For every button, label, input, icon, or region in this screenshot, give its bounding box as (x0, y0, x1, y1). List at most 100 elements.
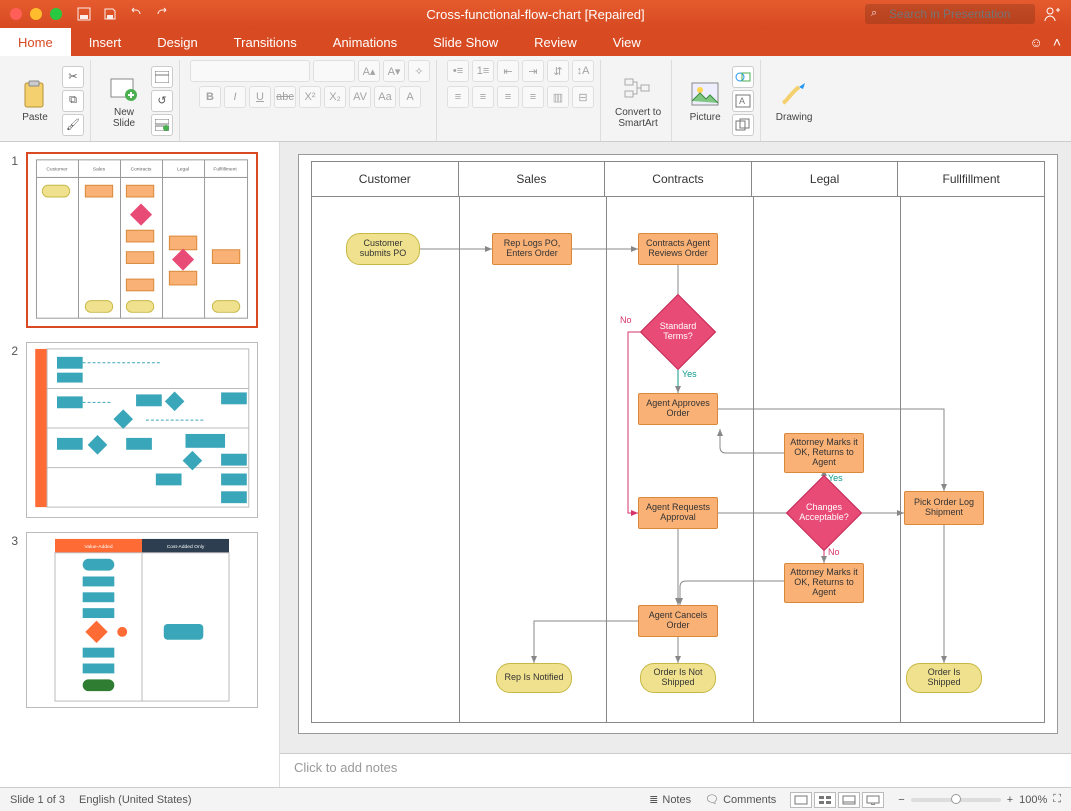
convert-smartart-button[interactable]: Convert to SmartArt (611, 69, 665, 133)
node-standard-terms[interactable]: Standard Terms? (651, 305, 705, 359)
undo-icon[interactable] (128, 6, 144, 22)
align-vert-icon[interactable]: ⊟ (572, 86, 594, 108)
tab-animations[interactable]: Animations (315, 28, 415, 56)
zoom-out[interactable]: − (898, 794, 904, 806)
cut-icon[interactable]: ✂ (62, 66, 84, 88)
font-size-select[interactable] (313, 60, 355, 82)
align-left-icon[interactable]: ≡ (447, 86, 469, 108)
normal-view-icon[interactable] (790, 792, 812, 808)
picture-button[interactable]: Picture (682, 74, 728, 127)
sorter-view-icon[interactable] (814, 792, 836, 808)
justify-icon[interactable]: ≡ (522, 86, 544, 108)
ribbon-tabs: Home Insert Design Transitions Animation… (0, 28, 1071, 56)
lane-contracts[interactable]: Contracts (605, 162, 752, 196)
node-customer-submits-po[interactable]: Customer submits PO (346, 233, 420, 265)
font-color-button[interactable]: A (399, 86, 421, 108)
char-spacing-button[interactable]: AV (349, 86, 371, 108)
zoom-slider[interactable] (911, 798, 1001, 802)
textbox-icon[interactable]: A (732, 90, 754, 112)
columns-icon[interactable]: ▥ (547, 86, 569, 108)
lane-customer[interactable]: Customer (312, 162, 459, 196)
lane-legal[interactable]: Legal (752, 162, 899, 196)
tab-view[interactable]: View (595, 28, 659, 56)
status-bar: Slide 1 of 3 English (United States) ≣No… (0, 787, 1071, 811)
indent-dec-icon[interactable]: ⇤ (497, 60, 519, 82)
node-approves-order[interactable]: Agent Approves Order (638, 393, 718, 425)
slideshow-view-icon[interactable] (862, 792, 884, 808)
tab-transitions[interactable]: Transitions (216, 28, 315, 56)
node-attorney-marks-ok-2[interactable]: Attorney Marks it OK, Returns to Agent (784, 563, 864, 603)
save-icon[interactable] (102, 6, 118, 22)
node-rep-notified[interactable]: Rep Is Notified (496, 663, 572, 693)
minimize-window[interactable] (30, 8, 42, 20)
shrink-font[interactable]: A▾ (383, 60, 405, 82)
align-center-icon[interactable]: ≡ (472, 86, 494, 108)
format-painter-icon[interactable]: 🖌 (62, 114, 84, 136)
section-icon[interactable] (151, 114, 173, 136)
fit-to-window-icon[interactable]: ⛶ (1053, 793, 1061, 806)
numbering-icon[interactable]: 1≡ (472, 60, 494, 82)
thumbnail-2[interactable] (26, 342, 258, 518)
tab-design[interactable]: Design (139, 28, 215, 56)
share-icon[interactable] (1041, 5, 1063, 23)
slide-counter[interactable]: Slide 1 of 3 (10, 794, 65, 806)
align-right-icon[interactable]: ≡ (497, 86, 519, 108)
grow-font[interactable]: A▴ (358, 60, 380, 82)
lane-fulfillment[interactable]: Fullfillment (898, 162, 1044, 196)
autosave-icon[interactable] (76, 6, 92, 22)
tab-home[interactable]: Home (0, 28, 71, 56)
arrange-icon[interactable] (732, 114, 754, 136)
node-pick-order[interactable]: Pick Order Log Shipment (904, 491, 984, 525)
comments-toggle[interactable]: 🗨Comments (705, 793, 776, 806)
zoom-percent[interactable]: 100% (1019, 794, 1047, 806)
smiley-icon[interactable]: ☺ (1030, 35, 1043, 50)
subscript-button[interactable]: X₂ (324, 86, 346, 108)
thumbnail-3[interactable]: Value-Added Cost-Added Only (26, 532, 258, 708)
search-input[interactable] (865, 4, 1035, 24)
node-shipped[interactable]: Order Is Shipped (906, 663, 982, 693)
slide[interactable]: Customer Sales Contracts Legal Fullfillm… (298, 154, 1058, 734)
thumbnail-1[interactable]: Customer Sales Contracts Legal Fullfillm… (26, 152, 258, 328)
change-case-button[interactable]: Aa (374, 86, 396, 108)
collapse-ribbon-icon[interactable]: ˄ (1053, 34, 1061, 50)
paste-button[interactable]: Paste (12, 74, 58, 127)
node-not-shipped[interactable]: Order Is Not Shipped (640, 663, 716, 693)
clear-format-icon[interactable]: ✧ (408, 60, 430, 82)
node-cancels-order[interactable]: Agent Cancels Order (638, 605, 718, 637)
tab-review[interactable]: Review (516, 28, 595, 56)
italic-button[interactable]: I (224, 86, 246, 108)
redo-icon[interactable] (154, 6, 170, 22)
underline-button[interactable]: U (249, 86, 271, 108)
font-family-select[interactable] (190, 60, 310, 82)
text-direction-icon[interactable]: ↕A (572, 60, 594, 82)
node-requests-approval[interactable]: Agent Requests Approval (638, 497, 718, 529)
indent-inc-icon[interactable]: ⇥ (522, 60, 544, 82)
notes-toggle[interactable]: ≣Notes (649, 793, 691, 806)
tab-slideshow[interactable]: Slide Show (415, 28, 516, 56)
line-spacing-icon[interactable]: ⇵ (547, 60, 569, 82)
language-status[interactable]: English (United States) (79, 794, 192, 806)
new-slide-button[interactable]: New Slide (101, 69, 147, 133)
node-reviews-order[interactable]: Contracts Agent Reviews Order (638, 233, 718, 265)
bold-button[interactable]: B (199, 86, 221, 108)
node-attorney-marks-ok-1[interactable]: Attorney Marks it OK, Returns to Agent (784, 433, 864, 473)
shapes-icon[interactable] (732, 66, 754, 88)
reset-icon[interactable]: ↺ (151, 90, 173, 112)
zoom-in[interactable]: + (1007, 794, 1013, 806)
tab-insert[interactable]: Insert (71, 28, 140, 56)
superscript-button[interactable]: X² (299, 86, 321, 108)
copy-icon[interactable]: ⧉ (62, 90, 84, 112)
layout-icon[interactable] (151, 66, 173, 88)
close-window[interactable] (10, 8, 22, 20)
notes-pane[interactable]: Click to add notes (280, 753, 1071, 787)
drawing-button[interactable]: Drawing (771, 74, 817, 127)
strike-button[interactable]: abc (274, 86, 296, 108)
node-rep-logs-po[interactable]: Rep Logs PO, Enters Order (492, 233, 572, 265)
node-changes-acceptable[interactable]: Changes Acceptable? (797, 486, 851, 540)
bullets-icon[interactable]: •≡ (447, 60, 469, 82)
slide-canvas[interactable]: Customer Sales Contracts Legal Fullfillm… (280, 142, 1071, 753)
reading-view-icon[interactable] (838, 792, 860, 808)
maximize-window[interactable] (50, 8, 62, 20)
lane-sales[interactable]: Sales (459, 162, 606, 196)
svg-text:Sales: Sales (93, 167, 106, 173)
